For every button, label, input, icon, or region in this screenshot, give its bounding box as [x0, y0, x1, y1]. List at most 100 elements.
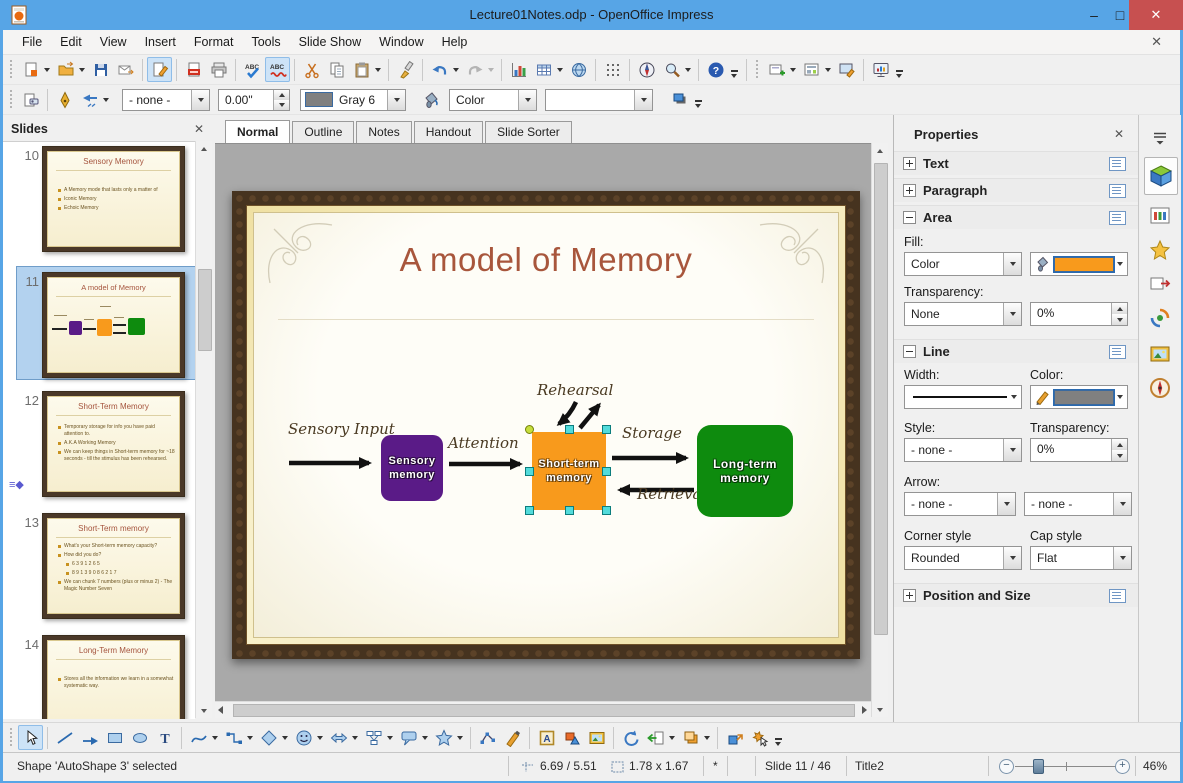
help-icon[interactable]: ?	[703, 57, 728, 82]
arrow-style-dropdown[interactable]	[103, 97, 109, 102]
expand-icon[interactable]	[903, 157, 916, 170]
alignment-dropdown[interactable]	[669, 735, 675, 740]
slide-thumbnail-12[interactable]: Short-Term Memory Temporary storage for …	[42, 391, 185, 497]
flowchart-dropdown[interactable]	[387, 735, 393, 740]
line-dialog-icon[interactable]	[52, 87, 77, 112]
scroll-down-icon[interactable]	[196, 703, 212, 718]
chart-icon[interactable]	[506, 57, 531, 82]
sidebar-menu-icon[interactable]	[1144, 123, 1176, 153]
line-icon[interactable]	[52, 725, 77, 750]
selection-handle[interactable]	[525, 425, 534, 434]
line-style-select[interactable]: - none -	[122, 88, 210, 111]
gallery-tab-icon[interactable]	[1144, 339, 1176, 369]
export-pdf-icon[interactable]	[181, 57, 206, 82]
new-slide-dropdown[interactable]	[790, 67, 796, 72]
arrange-dropdown[interactable]	[704, 735, 710, 740]
line-color-select[interactable]: Gray 6	[300, 88, 406, 111]
stars-icon[interactable]	[431, 725, 456, 750]
dialog-launcher-icon[interactable]	[1109, 183, 1126, 198]
toolbar-grip[interactable]	[9, 59, 14, 80]
block-arrows-icon[interactable]	[326, 725, 351, 750]
custom-animation-tab-icon[interactable]	[1144, 235, 1176, 265]
menu-tools[interactable]: Tools	[242, 31, 289, 53]
short-term-memory-box[interactable]: Short-term memory	[532, 432, 606, 510]
symbol-shapes-icon[interactable]	[291, 725, 316, 750]
line-width-spinner[interactable]: 0.00"	[218, 88, 290, 111]
selection-handle[interactable]	[602, 425, 611, 434]
canvas-horizontal-scrollbar[interactable]	[215, 701, 871, 718]
select-icon[interactable]	[18, 725, 43, 750]
open-dropdown[interactable]	[79, 67, 85, 72]
dialog-launcher-icon[interactable]	[1109, 156, 1126, 171]
basic-shapes-dropdown[interactable]	[282, 735, 288, 740]
tab-handout[interactable]: Handout	[413, 121, 484, 143]
connector-dropdown[interactable]	[247, 735, 253, 740]
slides-panel-close-icon[interactable]: ✕	[194, 122, 204, 136]
scroll-down-icon[interactable]	[872, 702, 888, 717]
slide-layout-dropdown[interactable]	[825, 67, 831, 72]
scrollbar-thumb[interactable]	[874, 163, 888, 635]
slide-editing-area[interactable]: A model of Memory Sensory Input Attentio…	[232, 191, 860, 659]
arrow-icon[interactable]	[77, 725, 102, 750]
display-grid-icon[interactable]	[600, 57, 625, 82]
tab-outline[interactable]: Outline	[292, 121, 355, 143]
paste-dropdown[interactable]	[375, 67, 381, 72]
line-width-picker[interactable]	[904, 385, 1022, 409]
new-icon[interactable]	[18, 57, 43, 82]
line-color-picker[interactable]	[1030, 385, 1128, 409]
table-icon[interactable]	[531, 57, 556, 82]
selection-handle[interactable]	[602, 506, 611, 515]
toolbar-grip[interactable]	[755, 59, 760, 80]
spellcheck-icon[interactable]: ABC	[240, 57, 265, 82]
selection-handle[interactable]	[525, 467, 534, 476]
zoom-slider-track[interactable]	[1015, 766, 1121, 767]
toolbar-grip[interactable]	[9, 89, 14, 110]
new-slide-icon[interactable]	[764, 57, 789, 82]
autospellcheck-icon[interactable]: ABC	[265, 57, 290, 82]
section-line[interactable]: Line	[894, 339, 1138, 363]
label-retrieval[interactable]: Retrieval	[637, 485, 706, 503]
properties-tab-icon[interactable]	[1144, 157, 1178, 195]
symbol-shapes-dropdown[interactable]	[317, 735, 323, 740]
selection-handle[interactable]	[602, 467, 611, 476]
toolbar-overflow[interactable]	[772, 725, 784, 750]
glue-points-icon[interactable]	[500, 725, 525, 750]
menu-help[interactable]: Help	[433, 31, 477, 53]
slide-transition-tab-icon[interactable]	[1144, 269, 1176, 299]
slide-thumbnail-11[interactable]: A model of Memory	[42, 272, 185, 378]
redo-icon[interactable]	[462, 57, 487, 82]
scroll-up-icon[interactable]	[196, 141, 212, 156]
tab-slide-sorter[interactable]: Slide Sorter	[485, 121, 572, 143]
menu-format[interactable]: Format	[185, 31, 243, 53]
navigator-tab-icon[interactable]	[1144, 373, 1176, 403]
toolbar-grip[interactable]	[9, 727, 14, 748]
scrollbar-thumb[interactable]	[233, 704, 855, 717]
menu-file[interactable]: File	[13, 31, 51, 53]
curve-icon[interactable]	[186, 725, 211, 750]
expand-icon[interactable]	[903, 589, 916, 602]
menu-view[interactable]: View	[91, 31, 136, 53]
menu-slide-show[interactable]: Slide Show	[290, 31, 371, 53]
corner-style-select[interactable]: Rounded	[904, 546, 1022, 570]
tab-normal[interactable]: Normal	[225, 120, 291, 143]
long-term-memory-box[interactable]: Long-term memory	[697, 425, 793, 517]
selection-handle[interactable]	[565, 425, 574, 434]
callouts-icon[interactable]	[396, 725, 421, 750]
arrow-start-select[interactable]: - none -	[904, 492, 1016, 516]
redo-dropdown[interactable]	[488, 67, 494, 72]
block-arrows-dropdown[interactable]	[352, 735, 358, 740]
transparency-spinner[interactable]: 0%	[1030, 302, 1128, 326]
label-storage[interactable]: Storage	[622, 424, 682, 442]
print-icon[interactable]	[206, 57, 231, 82]
zoom-slider-thumb[interactable]	[1033, 759, 1044, 774]
scrollbar-thumb[interactable]	[198, 269, 212, 351]
interaction-icon[interactable]	[747, 725, 772, 750]
expand-icon[interactable]	[903, 184, 916, 197]
slide-thumbnail-14[interactable]: Long-Term Memory Stores all the informat…	[42, 635, 185, 719]
slide-layout-icon[interactable]	[799, 57, 824, 82]
toolbar-overflow[interactable]	[893, 57, 905, 82]
basic-shapes-icon[interactable]	[256, 725, 281, 750]
transparency-type-select[interactable]: None	[904, 302, 1022, 326]
dialog-launcher-icon[interactable]	[1109, 588, 1126, 603]
fill-color-select[interactable]	[545, 88, 653, 111]
